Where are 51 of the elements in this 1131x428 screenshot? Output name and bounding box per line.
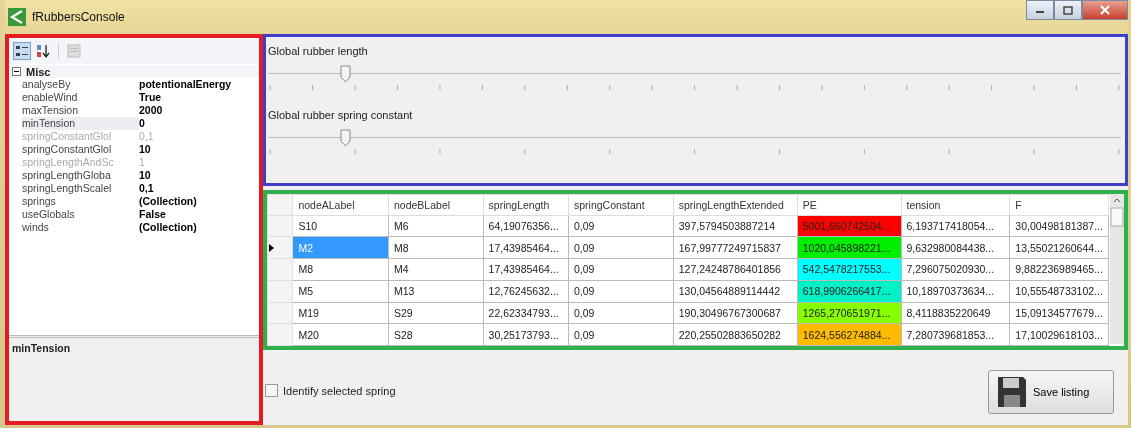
category-label: Misc (26, 65, 51, 78)
property-value[interactable]: 0,1 (139, 182, 154, 195)
column-header[interactable]: springLengthExtended (673, 194, 798, 216)
column-header[interactable]: nodeBLabel (388, 194, 484, 216)
property-value[interactable]: potentionalEnergy (139, 78, 232, 91)
minimize-button[interactable] (1026, 0, 1054, 20)
property-name[interactable]: springLengthScalel (22, 182, 139, 195)
property-value[interactable]: 2000 (139, 104, 163, 117)
maximize-icon (1063, 5, 1073, 15)
property-name[interactable]: enableWind (22, 91, 139, 104)
property-name[interactable]: springConstantGlol (22, 143, 139, 156)
property-value[interactable]: 10 (139, 143, 151, 156)
property-name[interactable]: springs (22, 195, 139, 208)
property-value[interactable]: 0 (139, 117, 145, 130)
close-icon (1100, 5, 1110, 15)
property-value[interactable]: True (139, 91, 162, 104)
property-name[interactable]: maxTension (22, 104, 139, 117)
window-title: fRubbersConsole (32, 10, 125, 24)
property-value[interactable]: False (139, 208, 166, 221)
description-title: minTension (12, 342, 71, 354)
property-name[interactable]: springLengthGloba (22, 169, 139, 182)
vertical-scrollbar[interactable] (1110, 194, 1124, 344)
column-header[interactable]: springLength (483, 194, 569, 216)
column-header[interactable]: PE (797, 194, 901, 216)
property-name[interactable]: useGlobals (22, 208, 139, 221)
property-value[interactable]: 10 (139, 169, 151, 182)
slider-label: Global rubber spring constant (268, 109, 414, 123)
property-name[interactable]: analyseBy (22, 78, 139, 91)
app-icon (8, 8, 26, 26)
column-header[interactable]: F (1009, 194, 1109, 216)
sort-alphabetical-icon[interactable] (34, 42, 52, 60)
close-button[interactable] (1082, 0, 1128, 20)
row-header (267, 194, 293, 216)
slider-thumb[interactable] (339, 129, 351, 147)
column-header[interactable]: nodeALabel (292, 194, 389, 216)
column-header[interactable]: springConstant (568, 194, 674, 216)
categorized-view-button[interactable] (13, 42, 31, 60)
slider-thumb[interactable] (339, 65, 351, 83)
property-value[interactable]: (Collection) (139, 195, 197, 208)
property-value[interactable]: (Collection) (139, 221, 197, 234)
property-pages-icon[interactable] (65, 42, 83, 60)
maximize-button[interactable] (1054, 0, 1082, 20)
checkbox[interactable] (265, 384, 278, 397)
row-header[interactable] (267, 236, 293, 259)
column-header[interactable]: tension (901, 194, 1010, 216)
checkbox-label[interactable]: Identify selected spring (283, 384, 396, 397)
property-name[interactable]: winds (22, 221, 139, 234)
property-name[interactable]: minTension (22, 117, 139, 130)
save-button[interactable]: Save listing (988, 369, 1114, 414)
collapse-icon[interactable] (12, 67, 21, 76)
slider-label: Global rubber length (268, 45, 369, 59)
